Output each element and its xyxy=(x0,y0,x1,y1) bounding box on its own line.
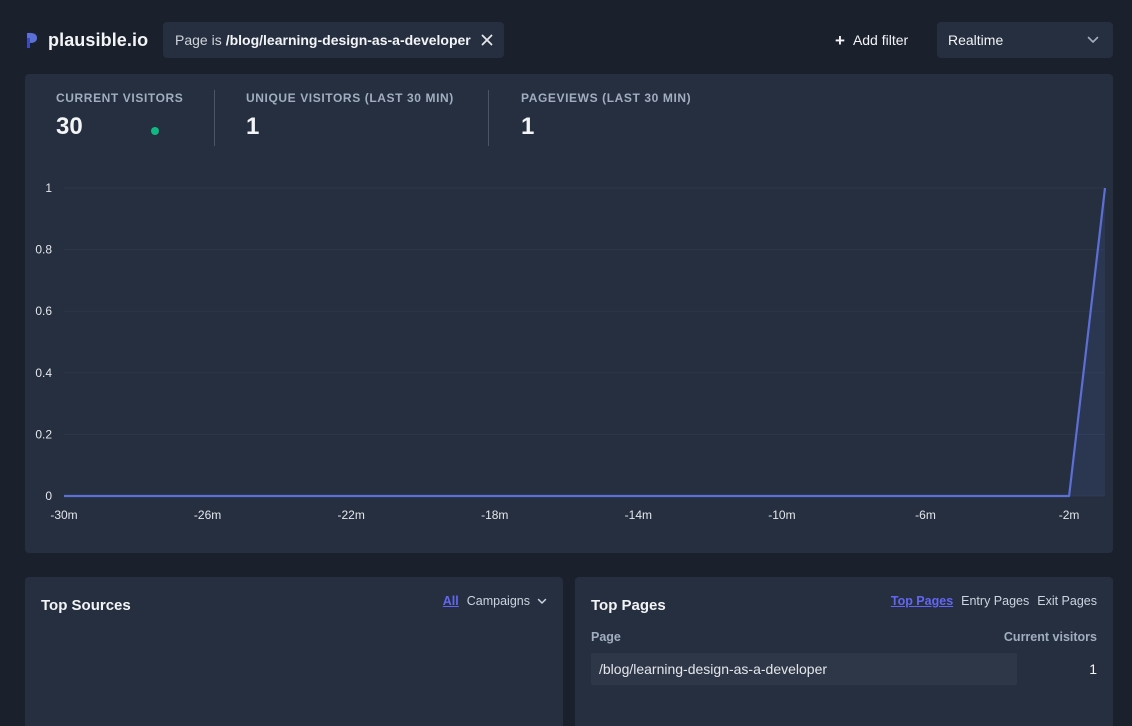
filter-prefix: Page is xyxy=(175,32,222,48)
top-bar: plausible.io Page is /blog/learning-desi… xyxy=(25,22,1113,58)
panel-title: Top Pages xyxy=(591,597,666,614)
close-icon[interactable] xyxy=(481,34,493,46)
tab-top-pages[interactable]: Top Pages xyxy=(891,594,953,608)
column-header-page: Page xyxy=(591,630,621,644)
chevron-down-icon xyxy=(1087,36,1099,43)
site-name: plausible.io xyxy=(48,30,149,50)
sources-tabs: All Campaigns xyxy=(443,594,547,608)
x-tick-label: -6m xyxy=(915,508,936,522)
visitors-chart[interactable]: 0 0.2 0.4 0.6 0.8 1 -30m -26m -22m -18m -14m -10m -6… xyxy=(25,74,1113,553)
y-tick-label: 0.8 xyxy=(35,243,52,257)
x-tick-label: -10m xyxy=(768,508,795,522)
top-pages-panel: Top Pages Top Pages Entry Pages Exit Pag… xyxy=(575,577,1113,726)
panel-title: Top Sources xyxy=(41,597,131,614)
pages-tabs: Top Pages Entry Pages Exit Pages xyxy=(891,594,1097,608)
column-header-visitors: Current visitors xyxy=(1003,630,1097,644)
plausible-logo-icon xyxy=(27,32,37,48)
filter-value: /blog/learning-design-as-a-developer xyxy=(225,32,471,48)
x-tick-label: -30m xyxy=(50,508,77,522)
period-select[interactable]: Realtime xyxy=(937,22,1113,58)
tab-entry-pages[interactable]: Entry Pages xyxy=(961,594,1029,608)
x-tick-label: -26m xyxy=(194,508,221,522)
y-tick-label: 0 xyxy=(45,489,52,503)
plus-icon: + xyxy=(835,30,845,50)
x-tick-label: -18m xyxy=(481,508,508,522)
y-tick-label: 1 xyxy=(45,181,52,195)
table-row-page[interactable]: /blog/learning-design-as-a-developer xyxy=(599,661,827,677)
site-logo[interactable]: plausible.io xyxy=(25,30,148,51)
x-tick-label: -22m xyxy=(338,508,365,522)
tab-campaigns[interactable]: Campaigns xyxy=(467,594,530,608)
main-graph-panel: CURRENT VISITORS 30 UNIQUE VISITORS (LAS… xyxy=(25,74,1113,553)
x-tick-label: -2m xyxy=(1059,508,1080,522)
y-tick-label: 0.6 xyxy=(35,304,52,318)
tab-exit-pages[interactable]: Exit Pages xyxy=(1037,594,1097,608)
series-area xyxy=(64,188,1105,496)
chevron-down-icon[interactable] xyxy=(537,598,547,605)
add-filter-button[interactable]: + Add filter xyxy=(835,22,908,58)
tab-all[interactable]: All xyxy=(443,594,459,608)
top-sources-panel: Top Sources All Campaigns xyxy=(25,577,563,726)
series-line xyxy=(64,187,1107,498)
add-filter-label: Add filter xyxy=(852,32,909,48)
table-row-visitors: 1 xyxy=(1089,661,1097,677)
period-label: Realtime xyxy=(948,32,1004,48)
x-tick-label: -14m xyxy=(625,508,652,522)
y-tick-label: 0.4 xyxy=(35,366,52,380)
y-tick-label: 0.2 xyxy=(35,427,52,441)
active-filter-pill[interactable]: Page is /blog/learning-design-as-a-devel… xyxy=(163,22,504,58)
